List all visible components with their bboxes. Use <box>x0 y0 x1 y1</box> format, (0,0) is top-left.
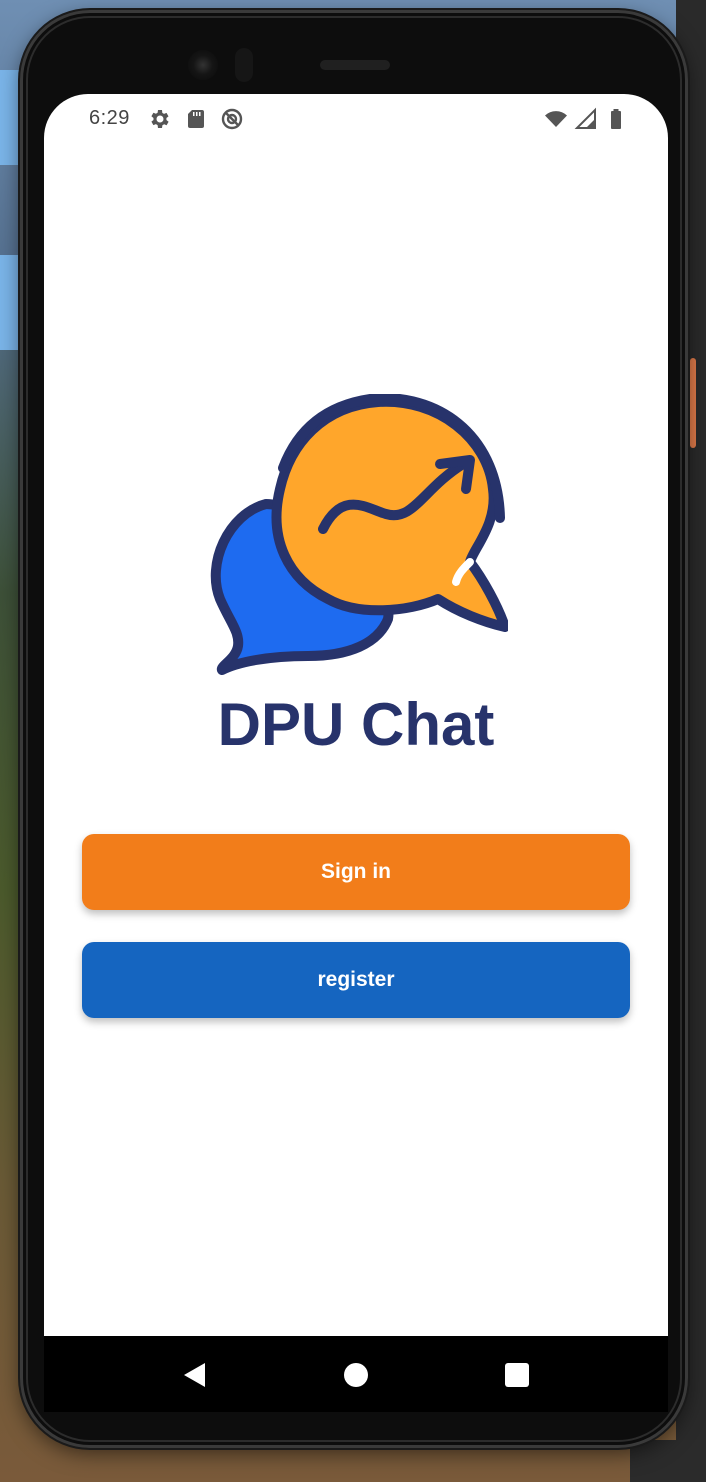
wifi-icon <box>545 111 567 127</box>
navigation-bar <box>44 1336 668 1412</box>
do-not-disturb-icon <box>221 108 243 130</box>
sign-in-button[interactable]: Sign in <box>82 834 630 910</box>
signal-icon <box>574 107 596 129</box>
earpiece-speaker <box>320 60 390 70</box>
recents-icon[interactable] <box>504 1362 530 1388</box>
sd-card-icon <box>188 110 204 128</box>
status-icons-right <box>544 107 628 131</box>
back-icon[interactable] <box>182 1362 208 1388</box>
app-screen: 6:29 DPU Chat Sign in register <box>44 94 668 1336</box>
sensor <box>235 48 253 82</box>
chat-bubbles-logo <box>210 394 508 675</box>
app-title: DPU Chat <box>217 691 495 758</box>
status-time: 6:29 <box>89 107 130 129</box>
battery-icon <box>611 109 621 129</box>
status-icons-left <box>148 107 244 131</box>
settings-icon <box>151 110 169 128</box>
register-button[interactable]: register <box>82 942 630 1018</box>
home-icon[interactable] <box>343 1362 369 1388</box>
background-strip <box>630 1440 706 1482</box>
background-accent <box>690 358 696 448</box>
status-bar: 6:29 <box>44 94 668 146</box>
front-camera-icon <box>188 50 218 80</box>
